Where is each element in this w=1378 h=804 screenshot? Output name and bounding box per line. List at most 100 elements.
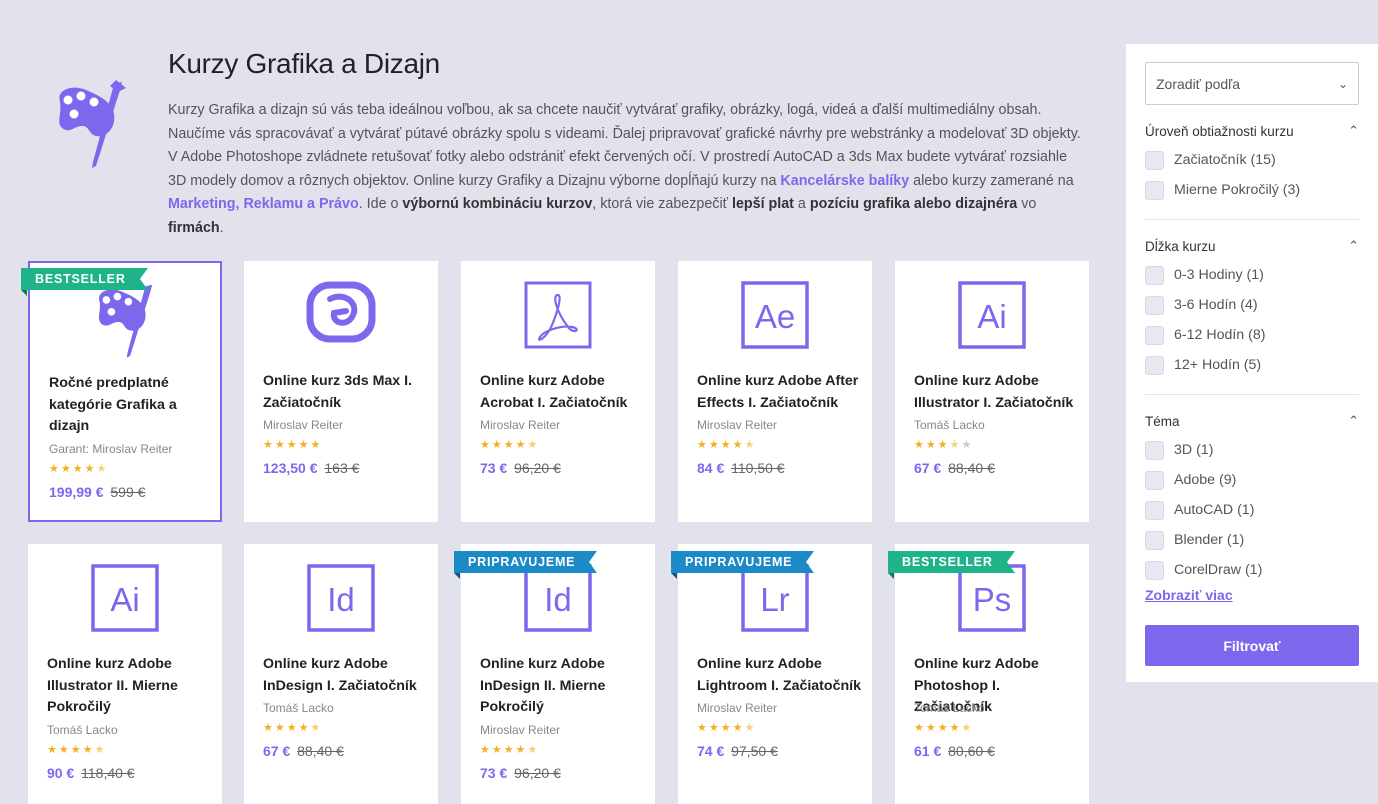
course-author: Miroslav Reiter: [480, 722, 561, 737]
checkbox[interactable]: [1145, 150, 1164, 170]
filter-option[interactable]: Začiatočník (15): [1145, 145, 1359, 175]
filter-option-label: 0-3 Hodiny (1): [1174, 267, 1264, 283]
photoshop-icon: Ps: [895, 564, 1089, 634]
course-card[interactable]: Id Online kurz Adobe InDesign I. Začiatoč…: [244, 544, 438, 804]
checkbox[interactable]: [1145, 470, 1164, 490]
course-title[interactable]: Online kurz Adobe InDesign II. Mierne Po…: [480, 654, 645, 719]
course-card[interactable]: Id Online kurz Adobe InDesign II. Mierne …: [461, 544, 655, 804]
filter-option-label: 3D (1): [1174, 442, 1214, 458]
course-title[interactable]: Online kurz Adobe Acrobat I. Začiatočník: [480, 371, 645, 414]
course-card[interactable]: Ai Online kurz Adobe Illustrator I. Začia…: [895, 261, 1089, 522]
old-price: 110,50 €: [731, 460, 785, 476]
star-rating: ★★★★★: [697, 439, 757, 451]
checkbox[interactable]: [1145, 325, 1164, 345]
course-card[interactable]: Online kurz 3ds Max I. Začiatočník Mirosl…: [244, 261, 438, 522]
checkbox[interactable]: [1145, 530, 1164, 550]
course-author: Miroslav Reiter: [480, 418, 561, 432]
old-price: 80,60 €: [948, 743, 995, 759]
filter-option[interactable]: 0-3 Hodiny (1): [1145, 260, 1359, 290]
old-price: 96,20 €: [514, 764, 561, 781]
old-price: 97,50 €: [731, 743, 778, 759]
link-marketing[interactable]: Marketing, Reklamu a Právo: [168, 196, 359, 212]
filter-group-header[interactable]: Úroveň obtiažnosti kurzu ⌃: [1145, 123, 1359, 139]
course-card[interactable]: Ps Online kurz Adobe Photoshop I. Začiato…: [895, 544, 1089, 804]
upcoming-ribbon: PRIPRAVUJEME: [671, 551, 815, 579]
svg-text:Ps: Ps: [973, 581, 1012, 618]
svg-text:Ai: Ai: [110, 581, 139, 618]
illustrator-icon: Ai: [895, 281, 1089, 351]
checkbox[interactable]: [1145, 265, 1164, 285]
filter-option-label: 3-6 Hodín (4): [1174, 297, 1258, 313]
filter-group-title: Téma: [1145, 413, 1180, 429]
course-price: 123,50 € 163 €: [263, 460, 359, 476]
course-price: 90 € 118,40 €: [47, 765, 135, 781]
course-title[interactable]: Online kurz Adobe Lightroom I. Začiatočn…: [697, 654, 862, 697]
checkbox[interactable]: [1145, 295, 1164, 315]
course-price: 61 € 80,60 €: [914, 743, 995, 759]
current-price: 73 €: [480, 460, 508, 476]
star-rating: ★★★★★: [47, 743, 107, 756]
indesign-icon: Id: [244, 564, 438, 634]
filter-option-label: Mierne Pokročilý (3): [1174, 182, 1301, 198]
upcoming-ribbon: PRIPRAVUJEME: [454, 551, 598, 579]
divider: [1145, 219, 1359, 220]
current-price: 61 €: [914, 743, 942, 759]
chevron-up-icon[interactable]: ⌃: [1348, 413, 1359, 429]
star-rating: ★★★★★: [49, 462, 109, 475]
checkbox[interactable]: [1145, 355, 1164, 375]
filter-option[interactable]: 3D (1): [1145, 435, 1359, 465]
star-rating: ★★★★★: [697, 722, 757, 734]
link-office-suites[interactable]: Kancelárske balíky: [780, 173, 909, 189]
current-price: 74 €: [697, 743, 725, 759]
current-price: 67 €: [914, 460, 942, 476]
current-price: 199,99 €: [49, 483, 104, 500]
acrobat-icon: [461, 281, 655, 351]
filter-option[interactable]: 3-6 Hodín (4): [1145, 290, 1359, 320]
filter-option[interactable]: CorelDraw (1): [1145, 555, 1359, 585]
filter-option[interactable]: Mierne Pokročilý (3): [1145, 175, 1359, 205]
course-card[interactable]: Ae Online kurz Adobe After Effects I. Zač…: [678, 261, 872, 522]
checkbox[interactable]: [1145, 500, 1164, 520]
current-price: 90 €: [47, 764, 75, 781]
course-author: Miroslav Reiter: [697, 701, 778, 715]
filter-option[interactable]: Blender (1): [1145, 525, 1359, 555]
course-card[interactable]: Online kurz Adobe Acrobat I. Začiatočník…: [461, 261, 655, 522]
star-rating: ★★★★★: [914, 439, 974, 451]
course-title[interactable]: Online kurz Adobe After Effects I. Začia…: [697, 371, 862, 414]
old-price: 88,40 €: [948, 460, 995, 476]
checkbox[interactable]: [1145, 440, 1164, 460]
filter-option[interactable]: Adobe (9): [1145, 465, 1359, 495]
course-price: 67 € 88,40 €: [914, 460, 995, 476]
filter-option[interactable]: 12+ Hodín (5): [1145, 350, 1359, 380]
chevron-up-icon[interactable]: ⌃: [1348, 123, 1359, 139]
current-price: 67 €: [263, 743, 291, 759]
filter-group-header[interactable]: Téma ⌃: [1145, 413, 1359, 429]
course-card[interactable]: Lr Online kurz Adobe Lightroom I. Začiato…: [678, 544, 872, 804]
course-card[interactable]: Ročné predplatné kategórie Grafika a diz…: [28, 261, 222, 522]
filter-group-header[interactable]: Dĺžka kurzu ⌃: [1145, 238, 1359, 254]
filter-option[interactable]: 6-12 Hodín (8): [1145, 320, 1359, 350]
sort-select[interactable]: Zoradiť podľa ⌄: [1145, 62, 1359, 105]
star-rating: ★★★★★: [263, 439, 323, 451]
course-title[interactable]: Ročné predplatné kategórie Grafika a diz…: [49, 373, 210, 438]
star-rating: ★★★★★: [914, 722, 974, 734]
course-title[interactable]: Online kurz 3ds Max I. Začiatočník: [263, 371, 428, 414]
course-card[interactable]: Ai Online kurz Adobe Illustrator II. Mier…: [28, 544, 222, 804]
course-title[interactable]: Online kurz Adobe Illustrator II. Mierne…: [47, 654, 212, 719]
current-price: 73 €: [480, 764, 508, 781]
checkbox[interactable]: [1145, 560, 1164, 580]
checkbox[interactable]: [1145, 180, 1164, 200]
filter-option-label: 12+ Hodín (5): [1174, 357, 1262, 373]
show-more-link[interactable]: Zobraziť viac: [1145, 587, 1359, 603]
filter-option-label: 6-12 Hodín (8): [1174, 327, 1266, 343]
filter-option-label: AutoCAD (1): [1174, 502, 1255, 518]
filter-option-label: Adobe (9): [1174, 472, 1237, 488]
course-title[interactable]: Online kurz Adobe Illustrator I. Začiato…: [914, 371, 1079, 414]
chevron-up-icon[interactable]: ⌃: [1348, 238, 1359, 254]
course-title[interactable]: Online kurz Adobe InDesign I. Začiatoční…: [263, 654, 428, 697]
bestseller-ribbon: BESTSELLER: [888, 551, 1015, 579]
course-price: 73 € 96,20 €: [480, 765, 561, 781]
svg-text:Id: Id: [544, 581, 572, 618]
filter-option[interactable]: AutoCAD (1): [1145, 495, 1359, 525]
filter-button[interactable]: Filtrovať: [1145, 625, 1359, 666]
